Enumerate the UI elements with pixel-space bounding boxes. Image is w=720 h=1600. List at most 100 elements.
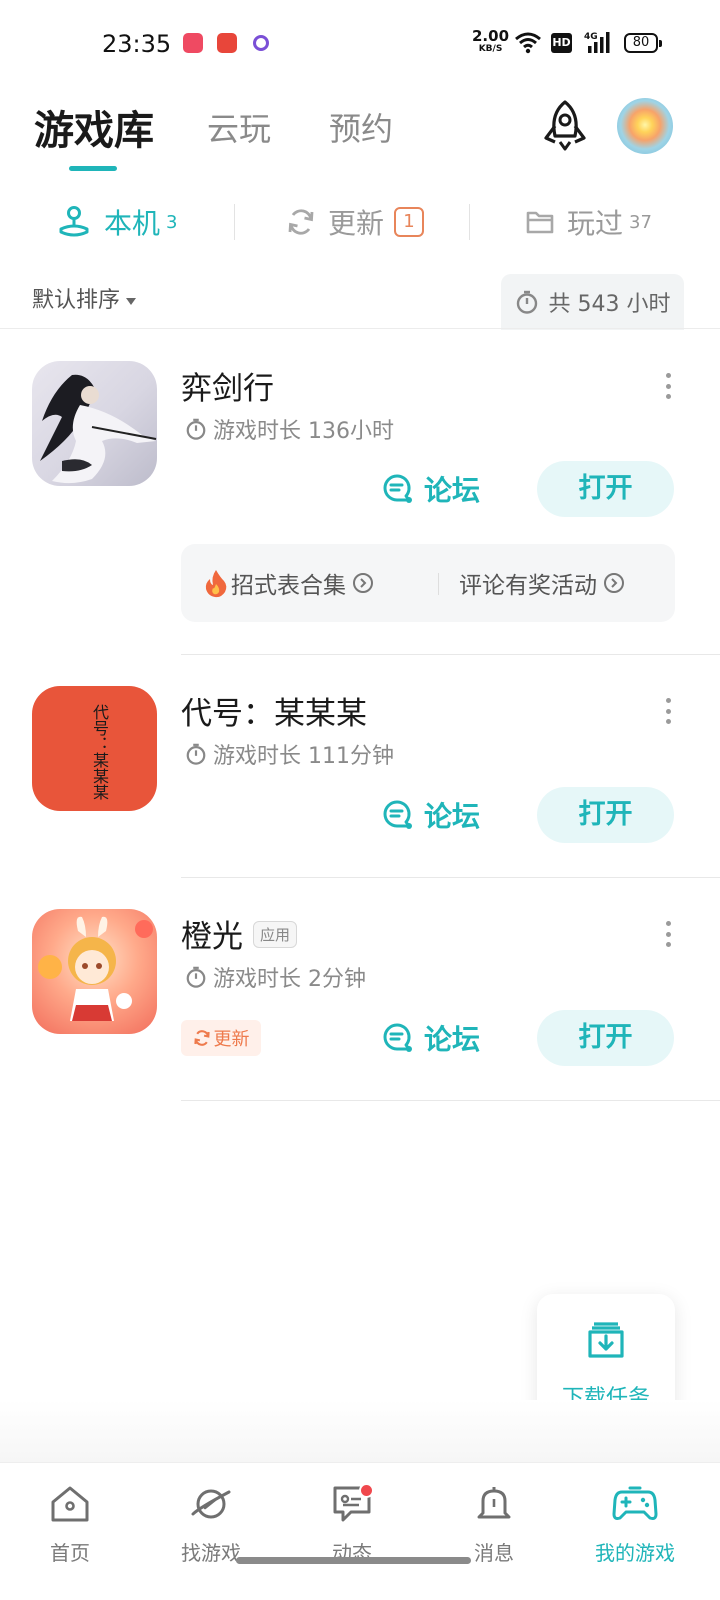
bottom-fade — [0, 1400, 720, 1462]
planet-icon — [156, 1481, 266, 1527]
tab-local[interactable]: 本机 3 — [56, 202, 177, 242]
network-type: 4G — [584, 32, 598, 42]
fire-icon — [203, 568, 229, 598]
home-indicator[interactable] — [236, 1557, 471, 1564]
sort-row: 默认排序 共 543 小时 — [0, 270, 720, 330]
music-app-icon — [217, 33, 237, 53]
tab-local-label: 本机 — [104, 207, 161, 240]
tab-played[interactable]: 玩过 37 — [525, 202, 652, 242]
nav-home-label: 首页 — [50, 1541, 90, 1565]
hd-icon: HD — [551, 33, 572, 53]
game-item[interactable]: 代号：某某某 代号：某某某 游戏时长 111分钟 论坛 打开 — [0, 655, 720, 878]
promo-move-list[interactable]: 招式表合集 — [203, 566, 374, 600]
forum-button[interactable]: 论坛 — [382, 462, 480, 516]
nav-my-games[interactable]: 我的游戏 — [580, 1481, 690, 1566]
nav-my-games-label: 我的游戏 — [595, 1541, 675, 1565]
more-options-icon[interactable] — [664, 921, 672, 947]
promo-move-list-label: 招式表合集 — [231, 573, 346, 599]
tab-cloud-play[interactable]: 云玩 — [207, 104, 271, 150]
game-icon-text: 代号：某某某 — [90, 704, 109, 800]
forum-icon — [382, 1022, 414, 1054]
gamepad-icon — [580, 1481, 690, 1527]
sort-dropdown[interactable]: 默认排序 — [32, 282, 137, 314]
stopwatch-icon — [185, 965, 207, 989]
chevron-right-circle-icon — [352, 572, 374, 594]
game-item[interactable]: 橙光 应用 游戏时长 2分钟 更新 论坛 打开 — [0, 878, 720, 1102]
assistant-app-icon — [253, 35, 269, 51]
nav-home[interactable]: 首页 — [15, 1481, 125, 1566]
game-name-text: 橙光 — [181, 919, 243, 955]
game-playtime-text: 游戏时长 111分钟 — [213, 744, 394, 769]
notification-dot — [359, 1483, 374, 1498]
home-icon — [15, 1481, 125, 1527]
game-playtime-text: 游戏时长 2分钟 — [213, 967, 366, 992]
download-tray-icon — [584, 1318, 628, 1366]
game-playtime: 游戏时长 2分钟 — [185, 961, 366, 993]
open-button[interactable]: 打开 — [537, 461, 674, 517]
row-divider — [181, 1100, 720, 1101]
signal-icon: 4G — [584, 30, 614, 58]
chevron-right-circle-icon — [603, 572, 625, 594]
forum-label: 论坛 — [424, 474, 481, 507]
forum-icon — [382, 799, 414, 831]
tab-reservation[interactable]: 预约 — [329, 104, 393, 150]
update-chip[interactable]: 更新 — [181, 1020, 261, 1056]
game-playtime: 游戏时长 136小时 — [185, 413, 394, 445]
total-playtime-text: 共 543 小时 — [548, 292, 671, 317]
network-speed: 2.00 KB/S — [472, 29, 509, 56]
open-button[interactable]: 打开 — [537, 1010, 674, 1066]
game-playtime-text: 游戏时长 136小时 — [213, 419, 394, 444]
forum-icon — [382, 473, 414, 505]
top-header: 游戏库 云玩 预约 — [0, 88, 720, 184]
forum-label: 论坛 — [424, 800, 481, 833]
game-icon-chengguang[interactable] — [32, 909, 157, 1034]
tab-divider — [234, 204, 235, 240]
update-count-badge: 1 — [394, 207, 425, 237]
tab-played-count: 37 — [629, 211, 652, 233]
tab-update[interactable]: 更新 1 — [286, 202, 425, 242]
game-name: 橙光 应用 — [181, 911, 298, 956]
game-icon-yijianxing[interactable] — [32, 361, 157, 486]
game-name: 弈剑行 — [181, 371, 274, 407]
stopwatch-icon — [185, 742, 207, 766]
refresh-icon — [286, 207, 316, 237]
more-options-icon[interactable] — [664, 698, 672, 724]
refresh-icon — [193, 1029, 211, 1047]
avatar[interactable] — [617, 98, 673, 154]
rocket-icon[interactable] — [540, 98, 590, 154]
stopwatch-icon — [185, 417, 207, 441]
sort-label: 默认排序 — [32, 288, 121, 313]
game-promo-banner: 招式表合集 评论有奖活动 — [181, 544, 675, 622]
promo-comment-reward[interactable]: 评论有奖活动 — [459, 566, 625, 600]
status-time: 23:35 — [102, 30, 172, 58]
game-icon-codename[interactable]: 代号：某某某 — [32, 686, 157, 811]
caret-down-icon — [126, 297, 137, 305]
status-bar: 23:35 2.00 KB/S HD 4G 80 — [0, 0, 720, 88]
tab-played-label: 玩过 — [567, 207, 624, 240]
chat-icon — [297, 1481, 407, 1527]
joystick-icon — [56, 205, 92, 239]
active-tab-indicator — [69, 166, 117, 171]
game-playtime: 游戏时长 111分钟 — [185, 738, 394, 770]
nav-messages[interactable]: 消息 — [439, 1481, 549, 1566]
open-button[interactable]: 打开 — [537, 787, 674, 843]
tab-local-count: 3 — [166, 211, 178, 233]
battery-icon: 80 — [624, 33, 662, 53]
total-playtime: 共 543 小时 — [501, 274, 684, 330]
bell-icon — [439, 1481, 549, 1527]
library-filter-tabs: 本机 3 更新 1 玩过 37 — [0, 190, 720, 254]
nav-find-games[interactable]: 找游戏 — [156, 1481, 266, 1566]
tab-game-library[interactable]: 游戏库 — [34, 98, 154, 156]
nav-activity[interactable]: 动态 — [297, 1481, 407, 1566]
app-tag-badge: 应用 — [253, 921, 298, 948]
video-app-icon — [183, 33, 203, 53]
folder-icon — [525, 208, 555, 236]
forum-label: 论坛 — [424, 1023, 481, 1056]
forum-button[interactable]: 论坛 — [382, 1011, 480, 1065]
promo-divider — [438, 573, 439, 595]
more-options-icon[interactable] — [664, 373, 672, 399]
stopwatch-icon — [515, 289, 539, 315]
game-name: 代号：某某某 — [181, 696, 367, 732]
forum-button[interactable]: 论坛 — [382, 788, 480, 842]
bottom-nav: 首页 找游戏 动态 消息 我的游戏 — [0, 1462, 720, 1600]
